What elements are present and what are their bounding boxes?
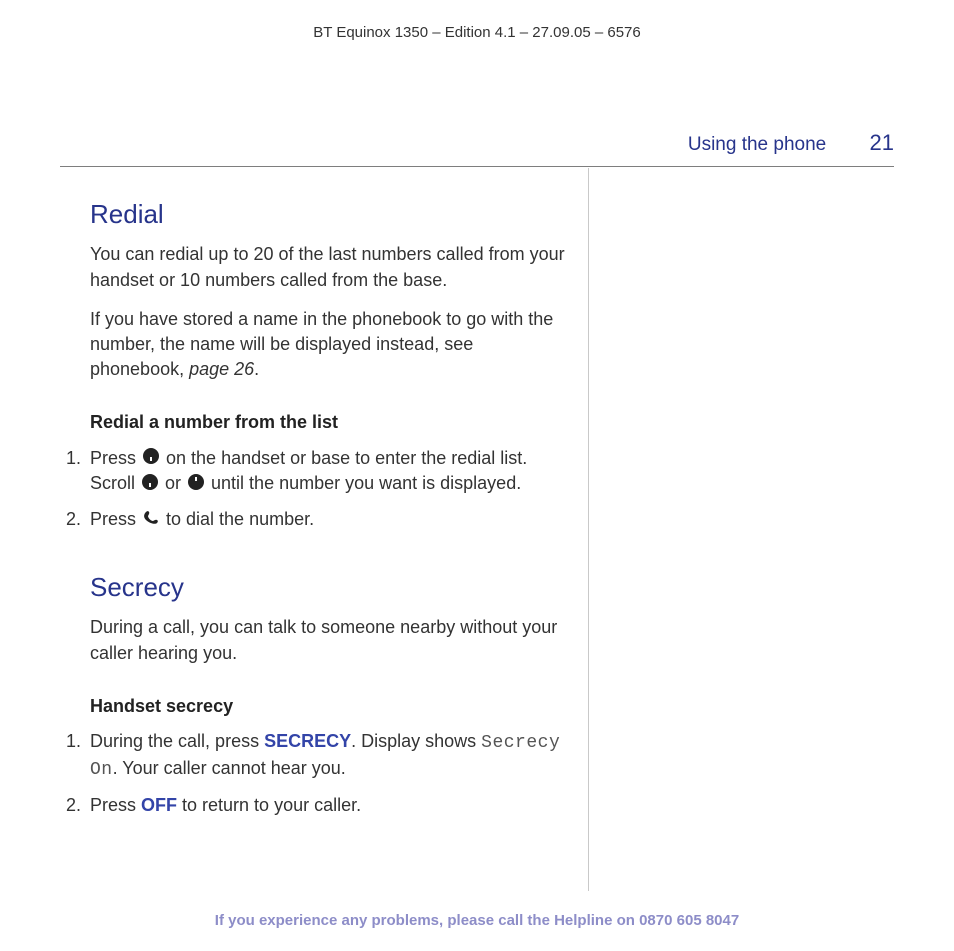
document-header: BT Equinox 1350 – Edition 4.1 – 27.09.05… (0, 0, 954, 43)
section-header: Using the phone 21 (688, 128, 894, 159)
secrecy-step-2: Press OFF to return to your caller. (86, 793, 570, 818)
secrecy-key-label: SECRECY (264, 731, 351, 751)
helpline-footer: If you experience any problems, please c… (0, 910, 954, 931)
up-button-icon (188, 472, 204, 497)
redial-intro-2: If you have stored a name in the phonebo… (90, 307, 570, 383)
down-button-icon (143, 446, 159, 471)
secrecy-heading: Secrecy (90, 569, 570, 605)
content-column: Redial You can redial up to 20 of the la… (90, 196, 570, 837)
redial-intro-1: You can redial up to 20 of the last numb… (90, 242, 570, 292)
section-name: Using the phone (688, 134, 826, 155)
redial-step-2: Press to dial the number. (86, 507, 570, 533)
redial-heading: Redial (90, 196, 570, 232)
redial-steps: Press on the handset or base to enter th… (86, 446, 570, 534)
down-button-icon (142, 472, 158, 497)
page-reference: page 26 (189, 359, 254, 379)
secrecy-subhead: Handset secrecy (90, 694, 570, 719)
horizontal-rule (60, 166, 894, 167)
page-number: 21 (870, 128, 894, 159)
redial-step-1: Press on the handset or base to enter th… (86, 446, 570, 498)
column-divider (588, 168, 589, 891)
talk-handset-icon (143, 508, 159, 533)
secrecy-intro: During a call, you can talk to someone n… (90, 615, 570, 665)
secrecy-steps: During the call, press SECRECY. Display … (86, 729, 570, 819)
redial-subhead: Redial a number from the list (90, 410, 570, 435)
secrecy-step-1: During the call, press SECRECY. Display … (86, 729, 570, 783)
off-key-label: OFF (141, 795, 177, 815)
helpline-number: 0870 605 8047 (639, 912, 739, 929)
